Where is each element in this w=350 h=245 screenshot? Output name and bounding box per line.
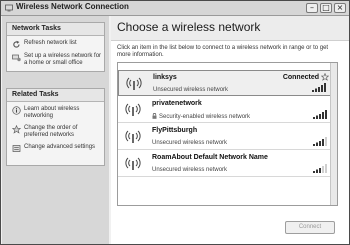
maximize-button[interactable]: □ — [320, 3, 332, 13]
window-title: Wireless Network Connection — [16, 2, 129, 11]
refresh-icon — [13, 40, 20, 48]
wireless-signal-icon — [126, 77, 142, 90]
preferred-network-star-icon — [321, 73, 329, 81]
connect-button[interactable]: Connect — [285, 221, 335, 234]
window-controls: – □ × — [306, 3, 346, 13]
network-name: privatenetwork — [152, 100, 202, 107]
wireless-network-connection-window: Wireless Network Connection – □ × Networ… — [0, 0, 350, 245]
learn-wireless-networking-link[interactable]: Learn about wireless networking — [12, 106, 102, 120]
title-bar[interactable]: Wireless Network Connection – □ × — [1, 1, 349, 16]
wireless-network-icon — [5, 4, 13, 12]
network-item-flypittsburgh[interactable]: FlyPittsburgh Unsecured wireless network — [118, 124, 332, 150]
setup-wireless-network-label: Set up a wireless network for a home or … — [24, 53, 102, 66]
star-icon — [12, 125, 21, 134]
learn-wireless-networking-label: Learn about wireless networking — [24, 106, 80, 119]
network-item-linksys[interactable]: linksys Unsecured wireless network Conne… — [118, 70, 332, 96]
network-name: linksys — [153, 74, 177, 81]
signal-strength-icon — [313, 137, 327, 146]
wireless-signal-icon — [125, 103, 141, 116]
connection-status: Connected — [282, 74, 319, 81]
related-tasks-panel: Related Tasks Learn about wireless netwo… — [6, 88, 105, 166]
network-security-description: Security-enabled wireless network — [159, 114, 251, 120]
refresh-network-list-link[interactable]: Refresh network list — [12, 40, 102, 48]
network-name: RoamAbout Default Network Name — [152, 154, 268, 161]
signal-strength-icon — [312, 83, 326, 92]
minimize-button[interactable]: – — [306, 3, 318, 13]
main-content: Choose a wireless network Click an item … — [111, 16, 349, 244]
signal-strength-icon — [313, 110, 327, 119]
change-preferred-order-label: Change the order of preferred networks — [24, 125, 78, 138]
wireless-signal-icon — [125, 130, 141, 143]
network-security-description: Unsecured wireless network — [152, 140, 228, 146]
signal-strength-icon — [313, 164, 327, 173]
page-title: Choose a wireless network — [117, 20, 261, 34]
network-name: FlyPittsburgh — [152, 127, 198, 134]
info-icon — [12, 106, 21, 115]
settings-icon — [12, 145, 21, 152]
change-advanced-settings-label: Change advanced settings — [24, 144, 96, 150]
instructions-text: Click an item in the list below to conne… — [117, 45, 329, 58]
network-item-privatenetwork[interactable]: privatenetwork Security-enabled wireless… — [118, 97, 332, 123]
network-tasks-heading: Network Tasks — [7, 23, 104, 36]
network-tasks-panel: Network Tasks Refresh network list Set u… — [6, 22, 105, 72]
network-security-description: Unsecured wireless network — [152, 167, 228, 173]
network-item-roamabout[interactable]: RoamAbout Default Network Name Unsecured… — [118, 151, 332, 177]
setup-network-icon — [12, 54, 21, 62]
refresh-network-list-label: Refresh network list — [24, 40, 77, 46]
wireless-signal-icon — [125, 157, 141, 170]
change-advanced-settings-link[interactable]: Change advanced settings — [12, 144, 102, 152]
related-tasks-heading: Related Tasks — [7, 89, 104, 102]
task-pane: Network Tasks Refresh network list Set u… — [2, 16, 109, 244]
network-security-description-row: Security-enabled wireless network — [152, 113, 250, 120]
header-band: Choose a wireless network — [111, 16, 349, 41]
network-security-description: Unsecured wireless network — [153, 87, 229, 93]
network-list-scrollbar[interactable] — [330, 63, 337, 205]
change-preferred-order-link[interactable]: Change the order of preferred networks — [12, 125, 102, 139]
lock-icon — [152, 113, 157, 119]
close-button[interactable]: × — [334, 3, 346, 13]
setup-wireless-network-link[interactable]: Set up a wireless network for a home or … — [12, 53, 102, 67]
wireless-network-list[interactable]: linksys Unsecured wireless network Conne… — [117, 62, 338, 206]
